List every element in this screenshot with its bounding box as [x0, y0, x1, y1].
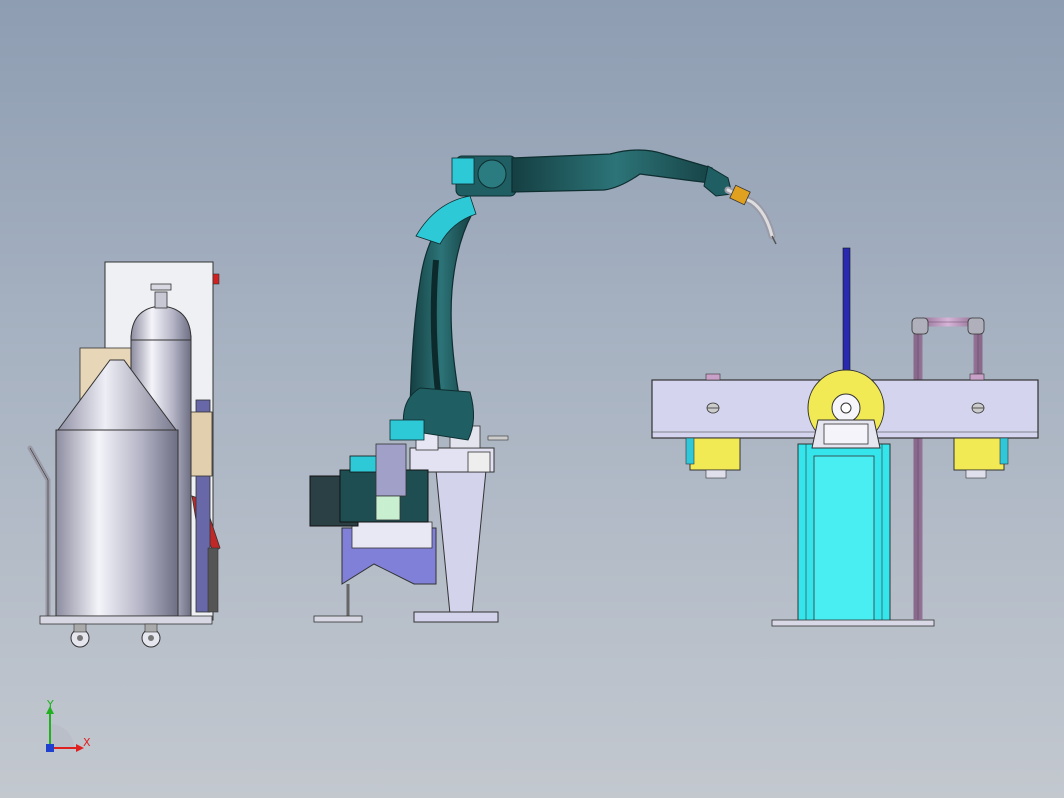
triad-y-label: Y — [46, 698, 54, 711]
triad-z-origin — [46, 744, 54, 752]
robot-base-plate — [351, 521, 433, 549]
fixture-bracket-right-foot — [965, 469, 987, 479]
welding-power-source-group[interactable] — [27, 261, 221, 648]
gas-pipe-elbow-left — [911, 317, 929, 335]
positioner-beam-top-tab — [705, 373, 721, 381]
gas-cylinder-valve-cap — [150, 283, 172, 291]
robot-elbow-cyan — [451, 157, 475, 185]
wire-drum-body — [55, 429, 179, 617]
positioner-group[interactable] — [651, 247, 1039, 627]
cad-viewport[interactable]: Y X — [0, 0, 1064, 798]
cabinet-strip — [207, 547, 219, 613]
robot-shoulder-cyan — [389, 419, 425, 441]
gas-pipe-elbow-right — [967, 317, 985, 335]
robot-elbow-joint — [477, 159, 507, 189]
nozzle-cleaner — [467, 451, 491, 473]
gas-cylinder-valve — [154, 291, 168, 309]
robot-turret-cyan — [349, 455, 379, 473]
cart-wheel-right-hub — [148, 635, 154, 641]
fixture-bracket-right-blue — [999, 437, 1009, 465]
fixture-bracket-left-blue — [685, 437, 695, 465]
fixture-bracket-right — [953, 437, 1005, 471]
fixture-bracket-left — [689, 437, 741, 471]
cart-wheel-left-hub — [77, 635, 83, 641]
robot-base-cyan-block — [375, 495, 401, 521]
cart-handle — [27, 445, 51, 619]
cart-base — [39, 615, 213, 625]
cart-caster-left — [73, 623, 87, 633]
robot-pedestal-foot — [413, 611, 499, 623]
positioner-faceplate-hub — [840, 402, 852, 414]
cabinet-red-knob — [212, 273, 220, 285]
wire-feeder-unit — [375, 443, 407, 497]
robot-pedestal — [435, 469, 487, 615]
positioner-clamp-block — [823, 423, 869, 445]
robot-leveling-foot — [313, 615, 363, 623]
positioner-base-plate — [771, 619, 935, 627]
coordinate-triad: Y X — [46, 698, 91, 752]
fixture-bracket-left-foot — [705, 469, 727, 479]
triad-x-label: X — [83, 736, 91, 749]
robot-lower-arm — [409, 213, 473, 413]
positioner-stand-inner — [813, 455, 875, 623]
torch-holder-arm — [487, 435, 509, 441]
cart-caster-right — [144, 623, 158, 633]
robot-forearm — [511, 149, 722, 193]
positioner-beam-top-tab-right — [969, 373, 985, 381]
